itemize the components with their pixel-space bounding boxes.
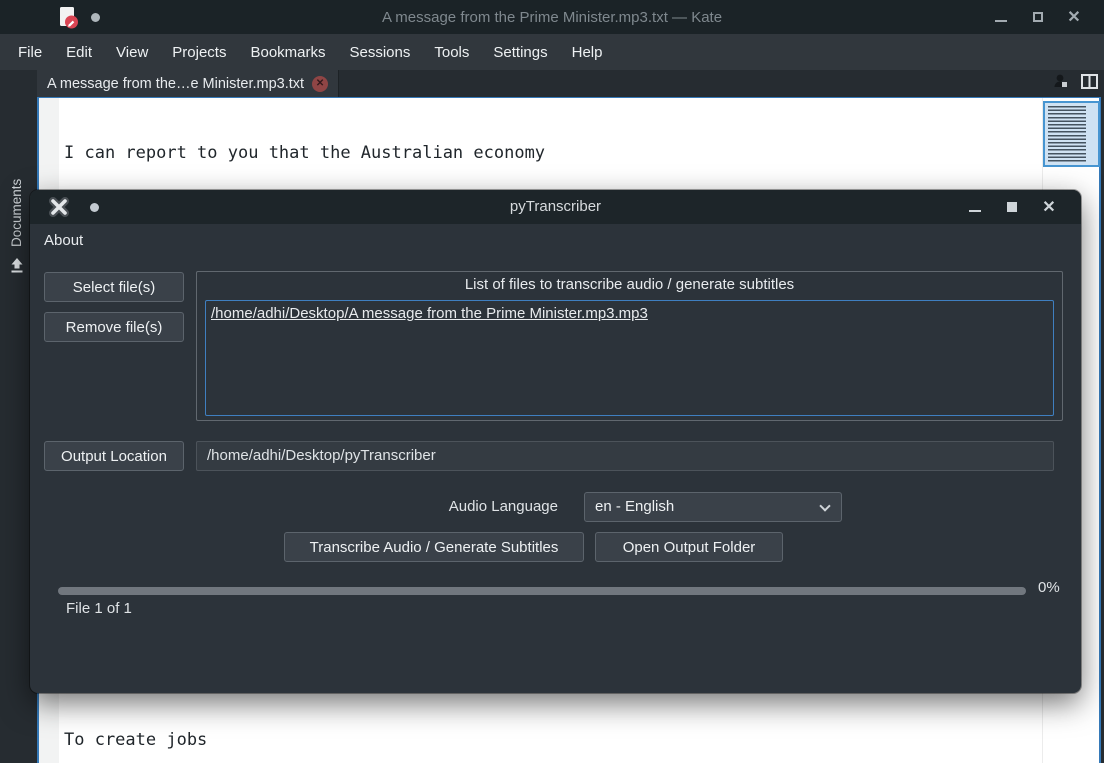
pytranscriber-dot [90,203,99,212]
kate-tabbar: A message from the…e Minister.mp3.txt ✕ [0,70,1104,97]
progress-percent: 0% [1038,579,1060,596]
kate-app-icon [56,5,80,35]
pytranscriber-titlebar: pyTranscriber ✕ [30,190,1081,224]
kate-menubar: File Edit View Projects Bookmarks Sessio… [0,34,1104,70]
transcribe-button[interactable]: Transcribe Audio / Generate Subtitles [284,532,584,562]
menu-sessions[interactable]: Sessions [338,38,423,67]
audio-language-select[interactable]: en - English [584,492,842,522]
editor-text-bottom: To create jobs To support families And t… [64,688,392,763]
output-location-button[interactable]: Output Location [44,441,184,471]
file-list-group-label: List of files to transcribe audio / gene… [197,276,1062,293]
external-tools-icon[interactable] [9,257,25,279]
menu-bookmarks[interactable]: Bookmarks [238,38,337,67]
menu-view[interactable]: View [104,38,160,67]
file-list-item[interactable]: /home/adhi/Desktop/A message from the Pr… [206,301,1053,326]
split-view-icon[interactable] [1081,74,1098,94]
menu-file[interactable]: File [6,38,54,67]
kate-titlebar: A message from the Prime Minister.mp3.tx… [0,0,1104,34]
pytranscriber-close-button[interactable]: ✕ [1034,190,1064,224]
chevron-down-icon [819,500,830,511]
document-tab[interactable]: A message from the…e Minister.mp3.txt ✕ [37,70,339,97]
editor-line: I can report to you that the Australian … [64,143,668,164]
menu-about[interactable]: About [30,227,97,254]
audio-language-value: en - English [595,498,674,515]
kate-minimize-button[interactable] [986,0,1016,34]
menu-settings[interactable]: Settings [481,38,559,67]
pytranscriber-window-title: pyTranscriber [30,190,1081,224]
menu-help[interactable]: Help [560,38,615,67]
minimap-text-lines [1048,106,1086,162]
desktop: A message from the Prime Minister.mp3.tx… [0,0,1104,763]
kate-maximize-button[interactable] [1023,0,1053,34]
progress-bar [58,587,1026,595]
kate-close-button[interactable]: ✕ [1059,0,1089,34]
pytranscriber-menubar: About [30,224,1081,256]
menu-edit[interactable]: Edit [54,38,104,67]
pytranscriber-window: pyTranscriber ✕ About Select file(s) Rem… [30,190,1081,693]
kate-modified-dot [91,13,100,22]
tab-close-icon[interactable]: ✕ [312,76,328,92]
file-list[interactable]: /home/adhi/Desktop/A message from the Pr… [205,300,1054,416]
sidebar-documents-toolview[interactable]: Documents [9,97,24,247]
open-output-folder-button[interactable]: Open Output Folder [595,532,783,562]
audio-language-label: Audio Language [358,492,558,522]
remove-files-button[interactable]: Remove file(s) [44,312,184,342]
pytranscriber-maximize-button[interactable] [997,190,1027,224]
pytranscriber-app-icon [48,196,70,223]
file-list-group: List of files to transcribe audio / gene… [196,271,1063,421]
menu-projects[interactable]: Projects [160,38,238,67]
editor-line: To create jobs [64,730,392,751]
kate-window-title: A message from the Prime Minister.mp3.tx… [0,9,1104,26]
tabbar-tools [1052,70,1098,97]
output-location-field[interactable]: /home/adhi/Desktop/pyTranscriber [196,441,1054,471]
document-switcher-icon[interactable] [1052,73,1069,95]
pytranscriber-minimize-button[interactable] [960,190,990,224]
menu-tools[interactable]: Tools [422,38,481,67]
editor-minimap[interactable] [1043,101,1100,167]
file-counter-label: File 1 of 1 [66,600,132,617]
select-files-button[interactable]: Select file(s) [44,272,184,302]
document-tab-label: A message from the…e Minister.mp3.txt [47,76,304,92]
